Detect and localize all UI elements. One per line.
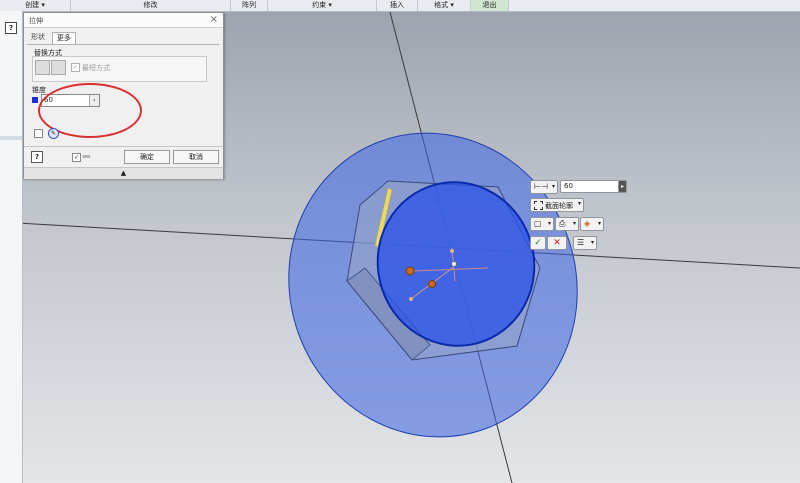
tab-more[interactable]: 更多 (52, 32, 76, 44)
ribbon-constrain[interactable]: 约束 ▾ (268, 0, 377, 11)
model-browser-panel: ? (0, 11, 23, 483)
manipulator-handle-1[interactable] (405, 266, 415, 276)
dialog-footer-divider (24, 146, 223, 147)
ribbon-modify[interactable]: 修改 (71, 0, 231, 11)
preview-glasses-icon: 👓 (82, 153, 91, 161)
dialog-title: 拉伸 (29, 17, 43, 25)
minimum-solution-label: 最短方式 (82, 64, 110, 72)
option-checkbox[interactable] (34, 129, 43, 138)
taper-color-swatch (32, 97, 38, 103)
ribbon-insert[interactable]: 插入 (377, 0, 418, 11)
dialog-help-icon[interactable]: ? (31, 151, 43, 163)
cancel-x-icon[interactable]: ✕ (547, 236, 567, 250)
distance-input[interactable]: 60 (560, 180, 620, 193)
apply-check-icon[interactable]: ✓ (530, 236, 546, 250)
operation-button[interactable]: ⎙ ▾ (555, 217, 579, 231)
alt-solution-button-1[interactable] (35, 60, 50, 75)
direction-button[interactable]: ◈ ▾ (580, 217, 604, 231)
manipulator-handle-2[interactable] (428, 280, 436, 288)
dialog-expander-icon[interactable]: ▲ (24, 167, 223, 179)
profile-label: 截面轮廓 (545, 202, 573, 210)
tool-icon[interactable]: ✎ (48, 128, 59, 139)
manipulator-handle-4[interactable] (409, 297, 413, 301)
minimum-solution-checkbox[interactable]: ✓ (71, 63, 80, 72)
browser-selection-strip (0, 136, 22, 140)
ribbon-tab-bar: 创建 ▾ 修改 阵列 约束 ▾ 插入 格式 ▾ 退出 (0, 0, 800, 12)
chevron-down-icon: ▾ (577, 200, 581, 207)
manipulator-handle-3[interactable] (450, 249, 454, 253)
preview-checkbox[interactable]: ✓ (72, 153, 81, 162)
tab-shape[interactable]: 形状 (27, 32, 49, 43)
profile-icon (534, 201, 543, 210)
ribbon-pattern[interactable]: 阵列 (231, 0, 268, 11)
distance-value: 60 (564, 182, 573, 190)
distance-mode-button[interactable]: ⊢⊣ ▾ (530, 180, 558, 194)
distance-arrow-icon[interactable]: ▸ (618, 180, 627, 193)
ribbon-exit[interactable]: 退出 (471, 0, 509, 11)
alt-solution-button-2[interactable] (51, 60, 66, 75)
ribbon-create[interactable]: 创建 ▾ (0, 0, 71, 11)
manipulator-center[interactable] (451, 261, 457, 267)
ok-button[interactable]: 确定 (124, 150, 170, 164)
close-icon[interactable]: × (210, 14, 218, 25)
cancel-button[interactable]: 取消 (173, 150, 219, 164)
more-options-button[interactable]: ☰ ▾ (573, 236, 597, 250)
profile-button[interactable]: 截面轮廓 ▾ (530, 198, 584, 212)
extrude-dialog: 拉伸 × 形状 更多 替换方式 ✓ 最短方式 锥度 60 › ✎ ? ✓ 👓 确… (23, 12, 224, 179)
dialog-titlebar[interactable]: 拉伸 × (24, 13, 223, 28)
ribbon-format[interactable]: 格式 ▾ (418, 0, 471, 11)
output-type-button[interactable]: ▢ ▾ (530, 217, 554, 231)
help-icon[interactable]: ? (5, 22, 17, 34)
tab-divider (27, 44, 219, 45)
